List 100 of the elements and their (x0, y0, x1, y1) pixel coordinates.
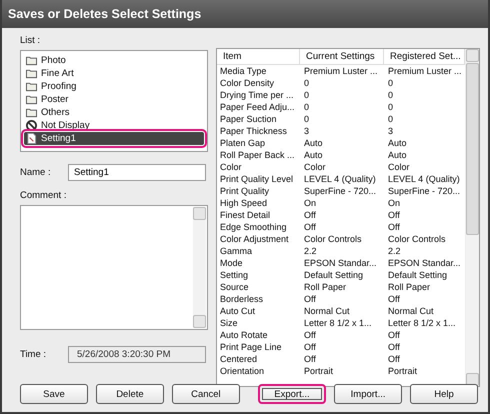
dialog-button[interactable]: Export... (258, 384, 326, 404)
table-cell-text: Letter 8 1/2 x 1... (303, 318, 373, 328)
dialog-button[interactable]: Save (20, 384, 88, 404)
table-cell-text: EPSON Standar... (303, 258, 378, 268)
table-cell-text: Auto (387, 138, 408, 148)
table-cell-text: Off (303, 330, 317, 340)
list-item[interactable]: Photo (24, 54, 204, 67)
list-item[interactable]: Others (24, 106, 204, 119)
dialog-button[interactable]: Cancel (172, 384, 240, 404)
table-cell-text: Paper Suction (219, 114, 278, 124)
folder-icon (26, 94, 37, 105)
comment-field[interactable] (20, 205, 208, 330)
table-cell-text: Gamma (219, 246, 254, 256)
folder-icon (26, 107, 37, 118)
list-item[interactable]: Proofing (24, 80, 204, 93)
no-entry-icon (26, 120, 37, 131)
table-cell-text: Off (387, 342, 401, 352)
table-cell-text: Off (303, 210, 317, 220)
document-icon (26, 133, 37, 144)
table-cell-text: Paper Thickness (219, 126, 288, 136)
scroll-thumb[interactable] (466, 63, 479, 235)
table-cell-text: Platen Gap (219, 138, 266, 148)
table-cell-text: 2.2 (303, 246, 318, 256)
folder-icon (26, 68, 37, 79)
list-item-label: Setting1 (41, 133, 76, 144)
table-cell-text: Print Quality (219, 186, 270, 196)
dialog-button[interactable]: Delete (96, 384, 164, 404)
folder-icon (26, 55, 37, 66)
table-cell-text: Roll Paper (387, 282, 432, 292)
table-cell-text: Off (303, 222, 317, 232)
column-header[interactable]: Current Settings (300, 49, 384, 64)
comment-label: Comment : (20, 190, 68, 201)
table-cell-text: Off (387, 294, 401, 304)
table-cell-text: Premium Luster ... (387, 66, 463, 76)
column-header[interactable]: Item (217, 49, 300, 64)
table-cell-text: Centered (219, 354, 258, 364)
table-cell-text: Size (219, 318, 239, 328)
name-field[interactable]: Setting1 (68, 164, 206, 181)
table-cell-text: Edge Smoothing (219, 222, 288, 232)
table-cell-text: Borderless (219, 294, 264, 304)
time-field: 5/26/2008 3:20:30 PM (68, 346, 206, 363)
table-cell-text: Off (387, 222, 401, 232)
table-cell-text: Orientation (219, 366, 266, 376)
table-cell-text: Auto (303, 138, 324, 148)
time-label: Time : (20, 349, 48, 360)
dialog-button[interactable]: Import... (334, 384, 402, 404)
name-label: Name : (20, 167, 52, 178)
list-item[interactable]: Setting1 (24, 132, 204, 145)
table-cell-text: Auto Cut (219, 306, 256, 316)
table-cell-text: LEVEL 4 (Quality) (303, 174, 377, 184)
table-cell-text: Color Adjustment (219, 234, 290, 244)
table-cell-text: Roll Paper Back ... (219, 150, 296, 160)
scrollbar[interactable] (465, 49, 479, 386)
table-cell-text: Finest Detail (219, 210, 272, 220)
table-cell-text: Auto (387, 150, 408, 160)
table-cell-text: 3 (303, 126, 310, 136)
table-cell-text: Auto Rotate (219, 330, 269, 340)
table-cell-text: 0 (387, 78, 394, 88)
table-cell-text: Source (219, 282, 250, 292)
table-cell-text: Premium Luster ... (303, 66, 379, 76)
table-cell-text: 0 (303, 90, 310, 100)
table-cell-text: Off (387, 210, 401, 220)
list-item-label: Photo (41, 55, 66, 66)
table-cell-text: Color (387, 162, 411, 172)
table-cell-text: 0 (303, 102, 310, 112)
table-cell-text: Mode (219, 258, 244, 268)
table-cell-text: Off (387, 354, 401, 364)
dialog-button[interactable]: Help (410, 384, 478, 404)
table-cell-text: Portrait (303, 366, 334, 376)
table-cell-text: On (303, 198, 318, 208)
table-cell-text: Color (219, 162, 243, 172)
window-title: Saves or Deletes Select Settings (2, 0, 488, 28)
table-cell-text: SuperFine - 720... (387, 186, 462, 196)
list-label: List : (20, 35, 42, 46)
table-cell-text: Off (303, 354, 317, 364)
table-cell-text: On (387, 198, 402, 208)
table-cell-text: 0 (387, 102, 394, 112)
list-item-label: Proofing (41, 81, 76, 92)
table-cell-text: Letter 8 1/2 x 1... (387, 318, 457, 328)
table-cell-text: Color Controls (387, 234, 447, 244)
table-cell-text: Off (387, 330, 401, 340)
table-cell-text: Off (303, 342, 317, 352)
table-cell-text: 0 (303, 78, 310, 88)
table-cell-text: Paper Feed Adju... (219, 102, 296, 112)
table-cell-text: Setting (219, 270, 250, 280)
list-item[interactable]: Poster (24, 93, 204, 106)
scrollbar[interactable] (193, 207, 206, 328)
table-cell-text: 2.2 (387, 246, 402, 256)
list-item-label: Others (41, 107, 70, 118)
table-cell-text: SuperFine - 720... (303, 186, 378, 196)
table-cell-text: LEVEL 4 (Quality) (387, 174, 461, 184)
table-cell-text: High Speed (219, 198, 268, 208)
table-cell-text: EPSON Standar... (387, 258, 462, 268)
folder-icon (26, 81, 37, 92)
table-cell-text: Portrait (387, 366, 418, 376)
table-cell-text: Normal Cut (303, 306, 351, 316)
list-item[interactable]: Fine Art (24, 67, 204, 80)
table-cell-text: Auto (303, 150, 324, 160)
table-cell-text: Color (303, 162, 327, 172)
list-item-label: Not Display (41, 120, 90, 131)
